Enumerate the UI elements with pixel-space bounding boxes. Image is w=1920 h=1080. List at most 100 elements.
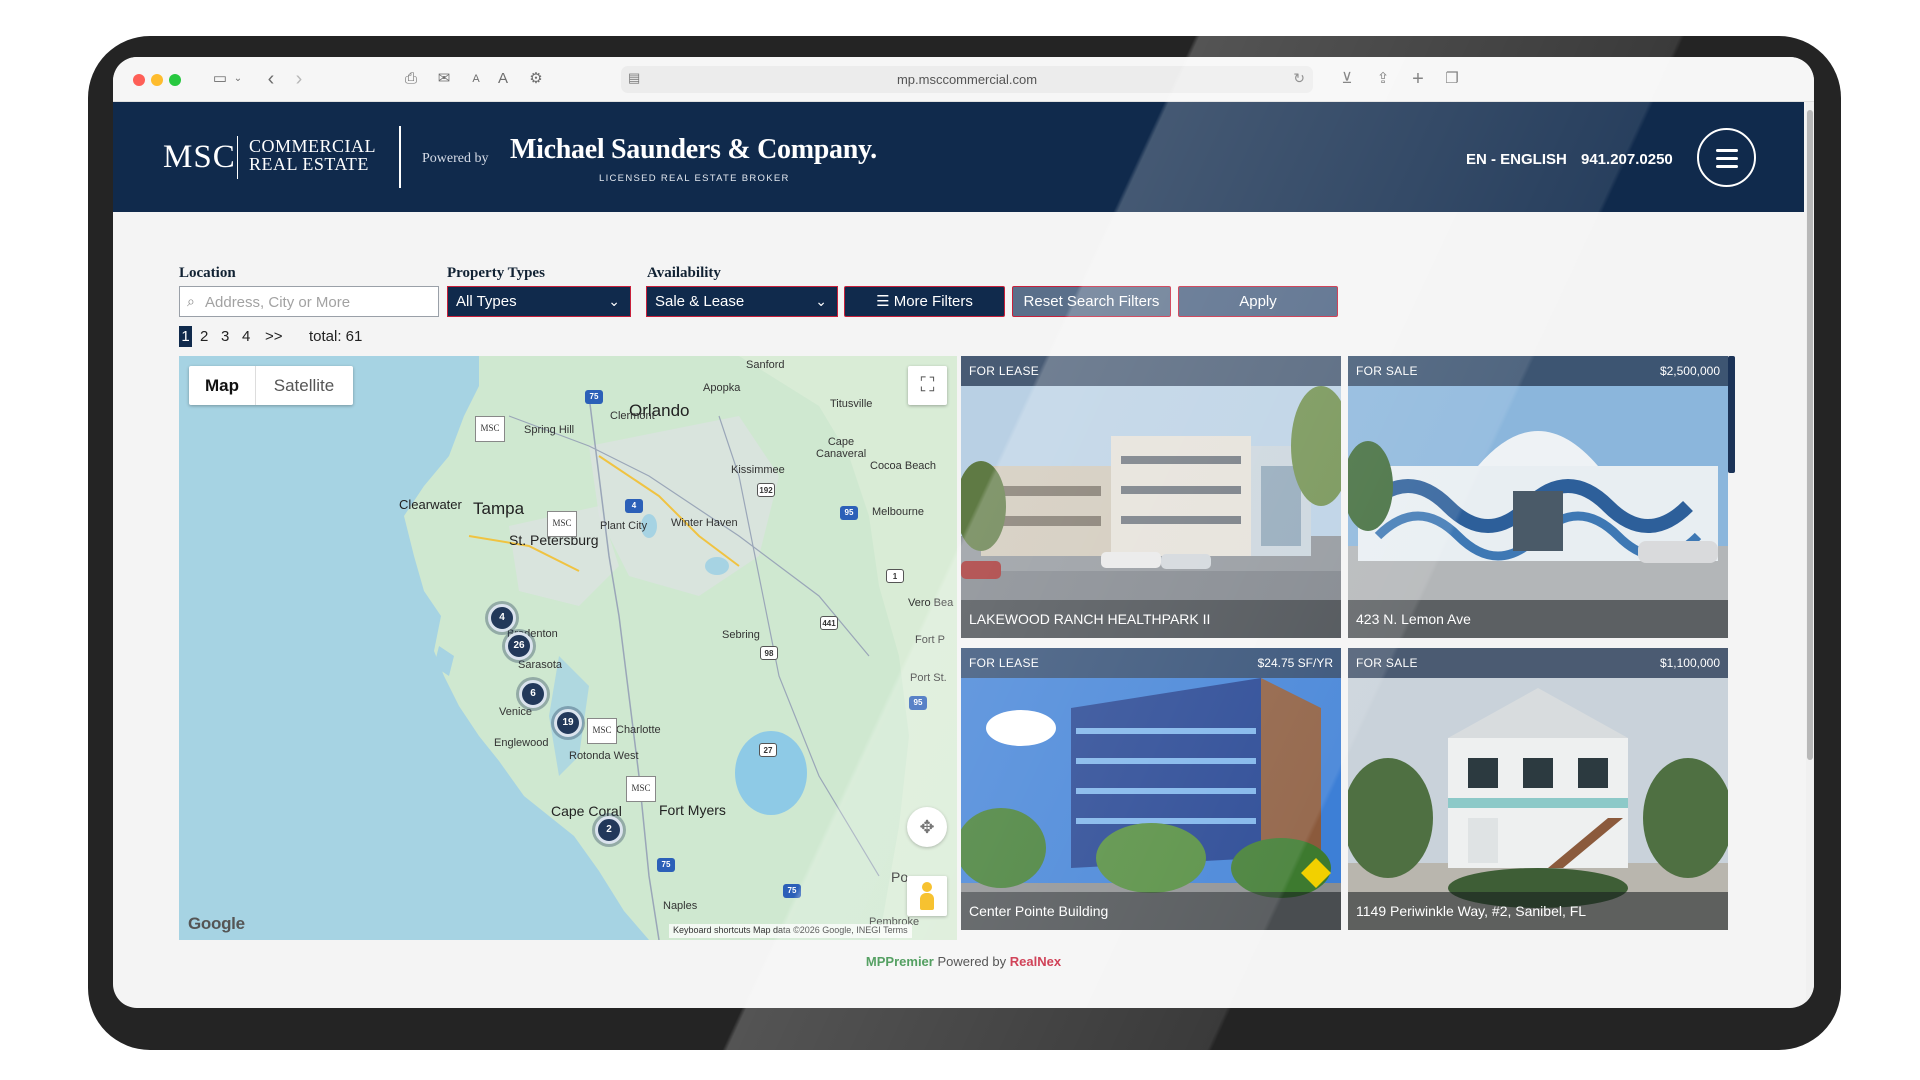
map-label-naples: Naples [663,900,698,912]
map-type-satellite-button[interactable]: Satellite [255,366,352,405]
listing-footer: 423 N. Lemon Ave [1348,600,1728,638]
tab-overview-icon[interactable]: ❐ [1441,67,1463,91]
sidebar-icon[interactable]: ▭ [209,67,231,91]
menu-icon-bar [1716,165,1738,168]
mppremier-logo[interactable]: MPPremier [866,954,934,969]
next-pages-link[interactable]: >> [265,328,283,345]
header-divider [399,126,401,188]
listing-status: FOR SALE [1356,656,1418,670]
page-1-link[interactable]: 1 [179,326,192,347]
chevron-down-icon[interactable]: ⌄ [231,67,245,91]
footer-powered-by: Powered by [937,954,1007,969]
listing-card[interactable]: FOR SALE $2,500,000 423 N. Lemon Ave [1348,356,1728,638]
map-label-fort-pierce: Fort P [915,634,945,646]
map-attribution[interactable]: Keyboard shortcuts Map data ©2026 Google… [669,924,912,938]
hamburger-menu-button[interactable] [1697,128,1756,187]
map-label-englewood: Englewood [494,737,549,749]
new-tab-icon[interactable]: + [1407,67,1429,91]
map-label-apopka: Apopka [703,382,741,394]
mail-icon[interactable]: ✉ [433,67,455,91]
site-header: MSC COMMERCIAL REAL ESTATE Powered by Mi… [113,102,1804,212]
map-label-tampa: Tampa [473,499,525,518]
map-label-cocoa-beach: Cocoa Beach [870,460,937,472]
listing-card[interactable]: FOR LEASE $24.75 SF/YR Center Pointe Bui… [961,648,1341,930]
map-label-sanford: Sanford [746,359,785,371]
page-scrollbar[interactable] [1806,102,1814,1008]
listing-title: 423 N. Lemon Ave [1356,611,1471,627]
page-3-link[interactable]: 3 [221,328,229,345]
page-4-link[interactable]: 4 [242,328,250,345]
map-cluster-marker[interactable]: 2 [595,816,623,844]
forward-icon[interactable]: › [289,67,309,91]
map-cluster-marker[interactable]: 4 [488,604,516,632]
reset-filters-button[interactable]: Reset Search Filters [1012,286,1171,317]
listing-photo [1348,648,1728,930]
realnex-logo[interactable]: RealNex [1010,954,1061,969]
highway-shield: 27 [759,743,777,757]
property-types-select[interactable]: All Types ⌄ [447,286,631,317]
pegman-head [922,882,932,892]
language-selector[interactable]: EN - ENGLISH [1466,151,1567,168]
text-larger-icon[interactable]: A [495,67,511,91]
map-label-clearwater: Clearwater [399,497,462,512]
listing-status: FOR SALE [1356,364,1418,378]
map-type-toggle: Map Satellite [189,366,353,405]
listing-status: FOR LEASE [969,656,1040,670]
msc-map-marker[interactable]: MSC [587,718,617,744]
map-cluster-marker[interactable]: 26 [505,632,533,660]
fullscreen-icon[interactable]: ⛶ [908,366,947,405]
company-logo[interactable]: Michael Saunders & Company. [510,134,877,166]
google-logo: Google [188,914,245,933]
text-smaller-icon[interactable]: A [468,67,484,91]
map-type-map-button[interactable]: Map [189,366,255,405]
listing-header: FOR LEASE [961,356,1341,386]
address-bar[interactable]: ▤ mp.msccommercial.com ↻ [621,66,1313,93]
more-filters-button[interactable]: ☰ More Filters [844,286,1005,317]
map-cluster-marker[interactable]: 19 [554,709,582,737]
pegman-body [920,893,934,910]
map-cluster-marker[interactable]: 6 [519,680,547,708]
msc-map-marker[interactable]: MSC [475,416,505,442]
page-2-link[interactable]: 2 [200,328,208,345]
msc-map-marker[interactable]: MSC [547,511,577,537]
listing-title: 1149 Periwinkle Way, #2, Sanibel, FL [1356,903,1587,919]
logo-divider [237,136,238,179]
listing-footer: LAKEWOOD RANCH HEALTHPARK II [961,600,1341,638]
share-icon[interactable]: ⇪ [1372,67,1394,91]
map-label-spring-hill: Spring Hill [524,424,575,436]
msc-map-marker[interactable]: MSC [626,776,656,802]
logo-commercial-real-estate[interactable]: COMMERCIAL REAL ESTATE [249,137,376,173]
location-field[interactable]: ⌕ [179,286,439,317]
street-view-pegman-icon[interactable] [907,876,947,916]
gear-icon[interactable]: ⚙ [525,67,547,91]
browser-window: ▭ ⌄ ‹ › ⎙ ✉ A A ⚙ ▤ mp.msccommercial.com… [113,57,1814,1008]
phone-link[interactable]: 941.207.0250 [1581,151,1673,168]
close-window-button[interactable] [133,74,145,86]
availability-select[interactable]: Sale & Lease ⌄ [646,286,838,317]
map-label-sebring: Sebring [722,629,760,641]
listing-price: $24.75 SF/YR [1257,656,1333,670]
location-input[interactable] [205,291,430,313]
map-label-cape-canaveral: Cape Canaveral [816,436,867,460]
map-label-venice: Venice [499,706,533,718]
map-label-kissimmee: Kissimmee [731,464,785,476]
download-icon[interactable]: ⊻ [1336,67,1358,91]
more-filters-label: More Filters [893,293,973,310]
page-scrollbar-thumb[interactable] [1807,110,1813,760]
minimize-window-button[interactable] [151,74,163,86]
map-label-po: Po [891,869,909,885]
pan-control-icon[interactable]: ✥ [907,807,947,847]
listing-card[interactable]: FOR SALE $1,100,000 1149 Periwinkle Way,… [1348,648,1728,930]
listing-title: LAKEWOOD RANCH HEALTHPARK II [969,611,1211,627]
print-icon[interactable]: ⎙ [400,67,422,91]
apply-button[interactable]: Apply [1178,286,1338,317]
map-view[interactable]: Orlando Tampa Clearwater St. Petersburg … [179,356,957,940]
reload-icon[interactable]: ↻ [1293,70,1305,87]
back-icon[interactable]: ‹ [261,67,281,91]
zoom-window-button[interactable] [169,74,181,86]
listings-scrollbar[interactable] [1728,356,1735,473]
company-subtitle: LICENSED REAL ESTATE BROKER [599,173,790,184]
listing-card[interactable]: FOR LEASE LAKEWOOD RANCH HEALTHPARK II [961,356,1341,638]
map-label-port-st: Port St. [910,672,947,684]
logo-msc[interactable]: MSC [163,139,236,176]
